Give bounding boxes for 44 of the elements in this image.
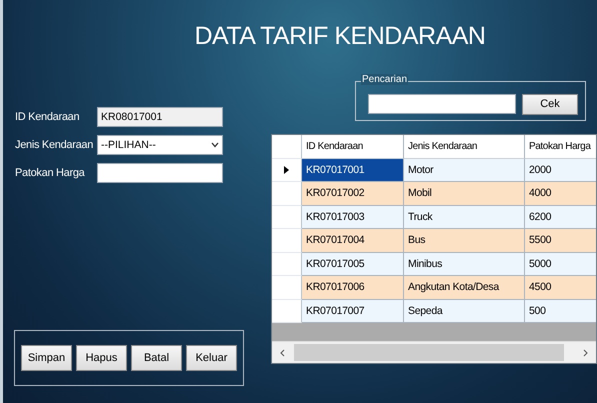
table-cell: KR07017001 [302, 158, 404, 182]
corner-header [272, 135, 302, 158]
table-cell: Motor [404, 158, 525, 182]
action-button[interactable]: Batal [131, 345, 182, 371]
current-row-icon [284, 166, 289, 174]
field-label: Patokan Harga [15, 167, 86, 179]
action-button[interactable]: Simpan [21, 345, 72, 371]
price-field[interactable] [97, 163, 223, 183]
horizontal-scrollbar[interactable] [272, 341, 596, 363]
field-label: ID Kendaraan [15, 111, 80, 123]
table-cell: KR07017007 [302, 300, 404, 323]
check-button[interactable]: Cek [522, 94, 578, 114]
table-cell: Sepeda [404, 300, 525, 323]
field-label: Jenis Kendaraan [15, 139, 94, 151]
table-cell: KR07017004 [302, 229, 404, 252]
table-cell: Angkutan Kota/Desa [404, 276, 525, 300]
table-cell: 5500 [525, 229, 596, 252]
row-header[interactable] [272, 158, 302, 182]
table-cell: 6200 [525, 206, 596, 229]
vehicle-type-dropdown[interactable]: --PILIHAN-- [97, 135, 223, 155]
table-cell: 2000 [525, 158, 596, 182]
table-cell: Mobil [404, 182, 525, 206]
chevron-down-icon [211, 142, 219, 148]
table-cell: 5000 [525, 252, 596, 276]
table-cell: KR07017006 [302, 276, 404, 300]
table-cell: Minibus [404, 252, 525, 276]
table-cell: 4000 [525, 182, 596, 206]
table-cell: KR07017002 [302, 182, 404, 206]
id-field[interactable]: KR08017001 [97, 107, 223, 127]
search-field[interactable] [368, 94, 516, 114]
table-cell: KR07017003 [302, 206, 404, 229]
action-button[interactable]: Keluar [186, 345, 237, 371]
group-legend: Pencarian [361, 74, 408, 85]
column-header[interactable]: Jenis Kendaraan [404, 135, 525, 158]
column-header[interactable]: Patokan Harga [525, 135, 596, 158]
action-button[interactable]: Hapus [76, 345, 127, 371]
table-cell: KR07017005 [302, 252, 404, 276]
table-cell: 500 [525, 300, 596, 323]
table-cell: Bus [404, 229, 525, 252]
column-header[interactable]: ID Kendaraan [302, 135, 404, 158]
table-cell: Truck [404, 206, 525, 229]
table-cell: 4500 [525, 276, 596, 300]
form-title: DATA TARIF KENDARAAN [194, 22, 486, 51]
scroll-thumb[interactable] [294, 344, 564, 361]
